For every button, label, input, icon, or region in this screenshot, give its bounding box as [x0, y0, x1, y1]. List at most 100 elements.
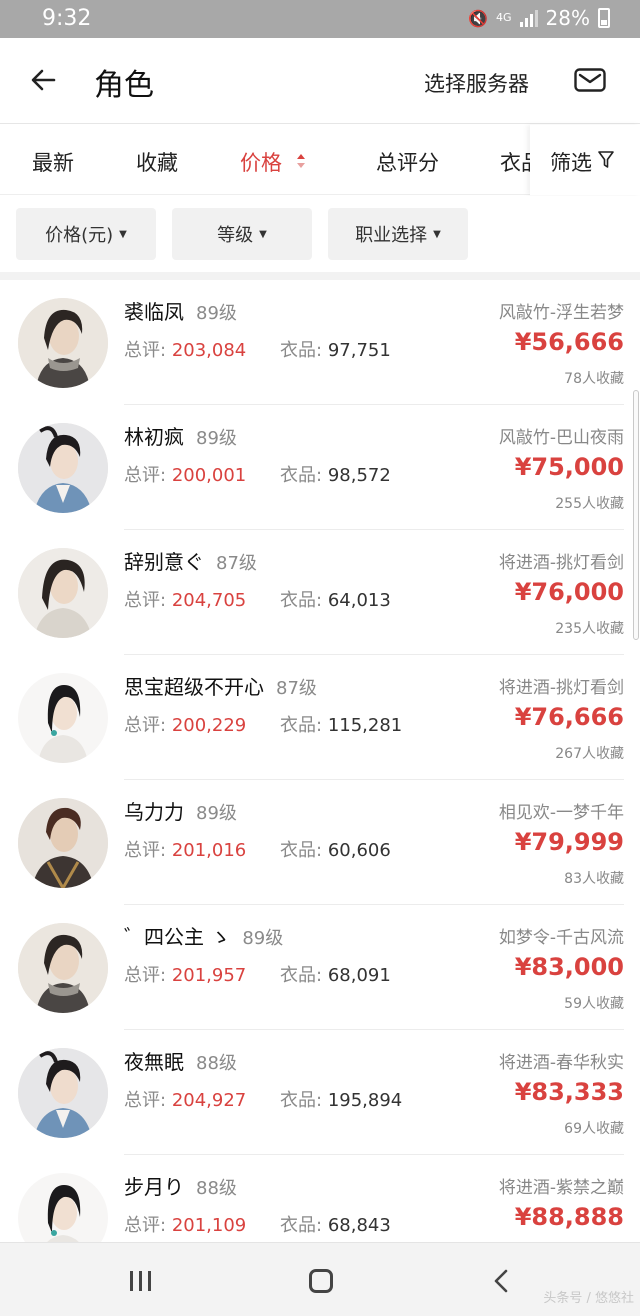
funnel-icon	[598, 151, 614, 168]
sort-tabs: 最新 收藏 价格 总评分 衣品 筛选	[0, 125, 640, 195]
character-server: 风敲竹-浮生若梦	[498, 303, 624, 323]
recent-apps-icon[interactable]	[130, 1271, 151, 1291]
filter-class-label: 职业选择	[355, 225, 428, 246]
tab-favorites[interactable]: 收藏	[136, 147, 178, 177]
filter-button[interactable]: 筛选	[530, 125, 640, 195]
list-item[interactable]: ゛四公主 ゝ 89级 总评: 201,957 衣品: 68,091 如梦令-千古风…	[0, 905, 640, 1030]
signal-icon	[519, 9, 538, 27]
character-server: 将进酒-挑灯看剑	[498, 678, 624, 698]
character-outfit: 衣品: 195,894	[280, 1090, 403, 1111]
character-outfit: 衣品: 97,751	[280, 340, 391, 361]
character-server: 将进酒-挑灯看剑	[498, 553, 624, 573]
nav-back-icon[interactable]	[490, 1269, 514, 1293]
character-price: ¥83,333	[514, 1078, 624, 1106]
mail-icon[interactable]	[574, 68, 606, 92]
network-type: 4G	[496, 11, 512, 24]
list-item[interactable]: 辞别意ぐ 87级 总评: 204,705 衣品: 64,013 将进酒-挑灯看剑 …	[0, 530, 640, 655]
character-name: 辞别意ぐ 87级	[124, 550, 257, 574]
character-score: 总评: 201,016	[124, 840, 247, 861]
character-score: 总评: 201,957	[124, 965, 247, 986]
mute-icon: 🔇	[468, 8, 489, 28]
caret-down-icon: ▼	[433, 228, 441, 240]
list-item[interactable]: 思宝超级不开心 87级 总评: 200,229 衣品: 115,281 将进酒-挑…	[0, 655, 640, 780]
avatar	[18, 1173, 108, 1242]
character-level: 89级	[196, 803, 237, 824]
filter-price-label: 价格(元)	[45, 225, 114, 246]
character-level: 89级	[196, 428, 237, 449]
character-score: 总评: 200,001	[124, 465, 247, 486]
app-header: 角色 选择服务器	[0, 38, 640, 124]
favorite-count: 59人收藏	[564, 996, 624, 1012]
battery-percent: 28%	[545, 6, 590, 30]
character-price: ¥56,666	[514, 328, 624, 356]
favorite-count: 267人收藏	[555, 746, 624, 762]
status-bar: 9:32 🔇 4G 28%	[0, 0, 640, 38]
character-server: 将进酒-紫禁之巅	[498, 1178, 624, 1198]
character-name: 步月り 88级	[124, 1175, 237, 1199]
character-server: 如梦令-千古风流	[498, 928, 624, 948]
avatar	[18, 298, 108, 388]
home-icon[interactable]	[309, 1269, 333, 1293]
favorite-count: 235人收藏	[555, 621, 624, 637]
caret-down-icon: ▼	[119, 228, 127, 240]
list-item[interactable]: 乌力力 89级 总评: 201,016 衣品: 60,606 相见欢-一梦千年 ¥…	[0, 780, 640, 905]
avatar	[18, 673, 108, 763]
character-name: 思宝超级不开心 87级	[124, 675, 317, 699]
character-level: 88级	[196, 1178, 237, 1199]
character-score: 总评: 201,109	[124, 1215, 247, 1236]
character-outfit: 衣品: 68,091	[280, 965, 391, 986]
favorite-count: 69人收藏	[564, 1121, 624, 1137]
tab-outfit[interactable]: 衣品	[498, 125, 532, 195]
character-price: ¥75,000	[514, 453, 624, 481]
status-time: 9:32	[42, 6, 92, 31]
character-server: 相见欢-一梦千年	[498, 803, 624, 823]
character-level: 87级	[216, 553, 257, 574]
character-price: ¥88,888	[514, 1203, 624, 1231]
tab-total-score[interactable]: 总评分	[376, 147, 439, 177]
filter-level-dropdown[interactable]: 等级 ▼	[172, 208, 312, 260]
character-outfit: 衣品: 115,281	[280, 715, 403, 736]
back-arrow-icon[interactable]	[28, 64, 60, 96]
character-level: 88级	[196, 1053, 237, 1074]
filter-price-dropdown[interactable]: 价格(元) ▼	[16, 208, 156, 260]
section-divider	[0, 272, 640, 280]
list-item[interactable]: 夜無眠 88级 总评: 204,927 衣品: 195,894 将进酒-春华秋实 …	[0, 1030, 640, 1155]
avatar	[18, 798, 108, 888]
character-score: 总评: 204,927	[124, 1090, 247, 1111]
character-score: 总评: 200,229	[124, 715, 247, 736]
list-item[interactable]: 裘临凤 89级 总评: 203,084 衣品: 97,751 风敲竹-浮生若梦 ¥…	[0, 280, 640, 405]
character-level: 89级	[196, 303, 237, 324]
scrollbar[interactable]	[633, 390, 639, 640]
character-name: 林初疯 89级	[124, 425, 237, 449]
avatar	[18, 548, 108, 638]
character-score: 总评: 204,705	[124, 590, 247, 611]
character-level: 87级	[276, 678, 317, 699]
favorite-count: 83人收藏	[564, 871, 624, 887]
favorite-count: 255人收藏	[555, 496, 624, 512]
list-item[interactable]: 林初疯 89级 总评: 200,001 衣品: 98,572 风敲竹-巴山夜雨 ¥…	[0, 405, 640, 530]
character-score: 总评: 203,084	[124, 340, 247, 361]
character-name: ゛四公主 ゝ 89级	[124, 925, 284, 949]
favorite-count: 78人收藏	[564, 371, 624, 387]
sort-arrows-icon	[297, 154, 305, 168]
character-price: ¥83,000	[514, 953, 624, 981]
character-name: 乌力力 89级	[124, 800, 237, 824]
avatar	[18, 923, 108, 1013]
character-price: ¥76,000	[514, 578, 624, 606]
character-price: ¥79,999	[514, 828, 624, 856]
character-server: 将进酒-春华秋实	[498, 1053, 624, 1073]
character-outfit: 衣品: 68,843	[280, 1215, 391, 1236]
battery-icon	[598, 8, 610, 28]
character-outfit: 衣品: 64,013	[280, 590, 391, 611]
select-server-button[interactable]: 选择服务器	[424, 68, 529, 98]
list-item[interactable]: 步月り 88级 总评: 201,109 衣品: 68,843 将进酒-紫禁之巅 ¥…	[0, 1155, 640, 1242]
tab-price[interactable]: 价格	[240, 147, 282, 177]
filter-class-dropdown[interactable]: 职业选择 ▼	[328, 208, 468, 260]
status-icons: 🔇 4G 28%	[468, 6, 610, 30]
system-nav-bar: 头条号 / 悠悠社	[0, 1242, 640, 1316]
character-name: 裘临凤 89级	[124, 300, 237, 324]
tab-latest[interactable]: 最新	[32, 147, 74, 177]
character-price: ¥76,666	[514, 703, 624, 731]
filter-bar: 价格(元) ▼ 等级 ▼ 职业选择 ▼	[0, 196, 640, 272]
filter-label: 筛选	[550, 151, 592, 175]
